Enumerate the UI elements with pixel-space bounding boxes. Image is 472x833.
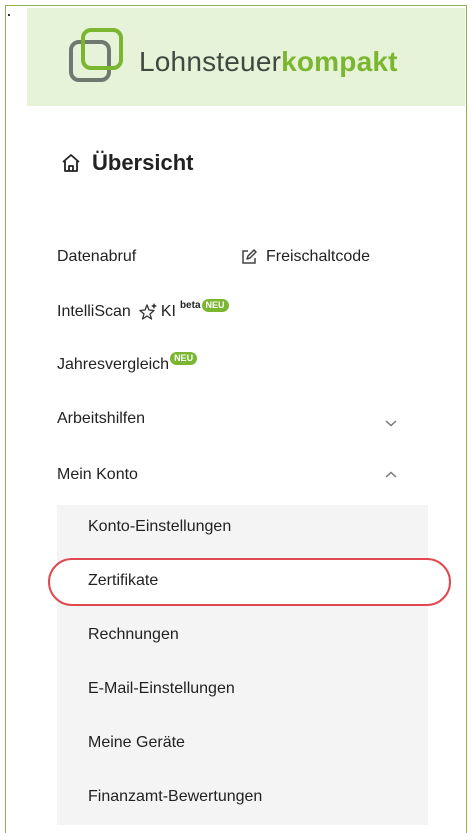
nav-datenabruf[interactable]: Datenabruf [57,248,136,266]
brand-header[interactable]: Lohnsteuerkompakt [27,8,465,106]
submenu-item-rechnungen[interactable]: Rechnungen [88,626,179,644]
sparkle-star-icon [139,303,157,320]
submenu-item-email-einstellungen[interactable]: E-Mail-Einstellungen [88,680,235,698]
arbeitshilfen-label: Arbeitshilfen [57,410,146,427]
dot-mark [8,14,10,16]
freischaltcode-label: Freischaltcode [266,248,371,265]
jahresvergleich-label: Jahresvergleich [57,356,170,373]
chevron-down-icon[interactable] [384,418,398,428]
nav-mein-konto[interactable]: Mein Konto [57,466,138,484]
mein-konto-submenu [57,505,428,825]
nav-freischaltcode[interactable]: Freischaltcode [240,248,370,266]
chevron-up-icon[interactable] [384,470,398,480]
nav-overview[interactable]: Übersicht [60,150,193,176]
neu-badge: NEU [170,351,198,365]
beta-label: beta [179,299,201,311]
overview-label: Übersicht [92,150,194,175]
home-icon [62,154,80,172]
mein-konto-label: Mein Konto [57,466,138,483]
ki-label: KI [160,303,176,320]
nav-arbeitshilfen[interactable]: Arbeitshilfen [57,410,145,428]
brand-name-part1: Lohnsteuer [139,46,282,77]
nav-intelliscan[interactable]: IntelliScan KI beta NEU [57,298,229,322]
submenu-item-finanzamt-bewertungen[interactable]: Finanzamt-Bewertungen [88,788,262,806]
datenabruf-label: Datenabruf [57,248,137,265]
submenu-item-meine-geraete[interactable]: Meine Geräte [88,734,185,752]
brand-name-part2: kompakt [281,46,398,77]
brand-name: Lohnsteuerkompakt [139,46,398,78]
neu-badge: NEU [201,298,229,312]
nav-jahresvergleich[interactable]: Jahresvergleich NEU [57,351,198,374]
submenu-item-konto-einstellungen[interactable]: Konto-Einstellungen [88,518,231,536]
intelliscan-label: IntelliScan [57,303,131,320]
logo-icon [69,28,123,82]
submenu-item-zertifikate[interactable]: Zertifikate [88,572,158,590]
edit-icon [242,249,257,264]
